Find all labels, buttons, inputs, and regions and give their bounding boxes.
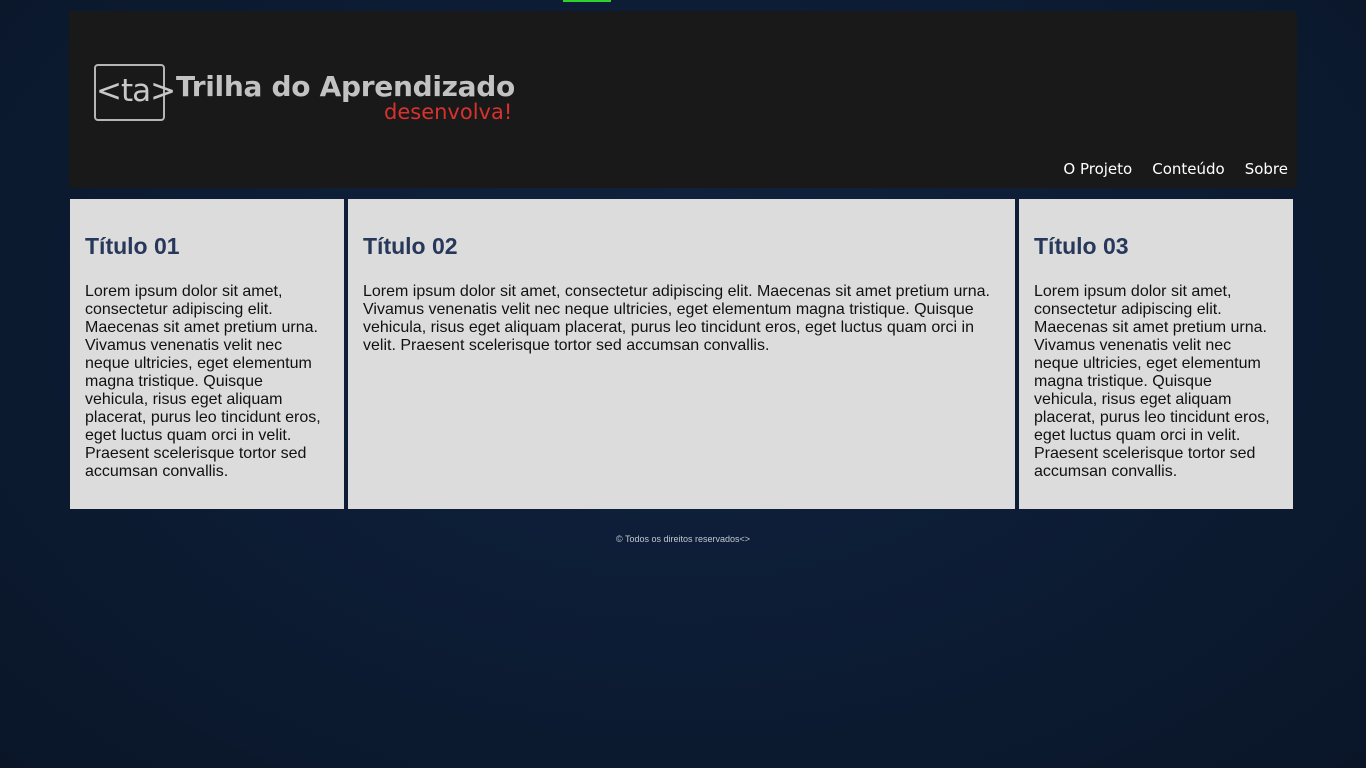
card-title: Título 01 — [85, 233, 180, 259]
card-text: Lorem ipsum dolor sit amet, consectetur … — [85, 283, 321, 480]
card-text: Lorem ipsum dolor sit amet, consectetur … — [1034, 283, 1270, 480]
nav-link-sobre[interactable]: Sobre — [1245, 159, 1288, 179]
content-card-02: Título 02 Lorem ipsum dolor sit amet, co… — [348, 199, 1015, 509]
nav-link-conteudo[interactable]: Conteúdo — [1152, 159, 1224, 179]
card-title: Título 02 — [363, 233, 458, 259]
logo-mark: <ta> — [94, 64, 176, 121]
site-footer: © Todos os direitos reservados<> — [615, 534, 751, 544]
logo-tagline: desenvolva! — [384, 100, 513, 124]
content-card-01: Título 01 Lorem ipsum dolor sit amet, co… — [70, 199, 344, 509]
site-logo[interactable]: <ta> Trilha do Aprendizado desenvolva! — [94, 64, 534, 126]
card-title: Título 03 — [1034, 233, 1129, 259]
main-nav: O Projeto Conteúdo Sobre — [1063, 159, 1288, 179]
site-header: <ta> Trilha do Aprendizado desenvolva! O… — [69, 11, 1297, 188]
top-progress-indicator — [563, 0, 611, 2]
nav-link-o-projeto[interactable]: O Projeto — [1063, 159, 1132, 179]
content-card-03: Título 03 Lorem ipsum dolor sit amet, co… — [1019, 199, 1293, 509]
card-text: Lorem ipsum dolor sit amet, consectetur … — [363, 283, 990, 354]
logo-title: Trilha do Aprendizado — [176, 70, 515, 103]
